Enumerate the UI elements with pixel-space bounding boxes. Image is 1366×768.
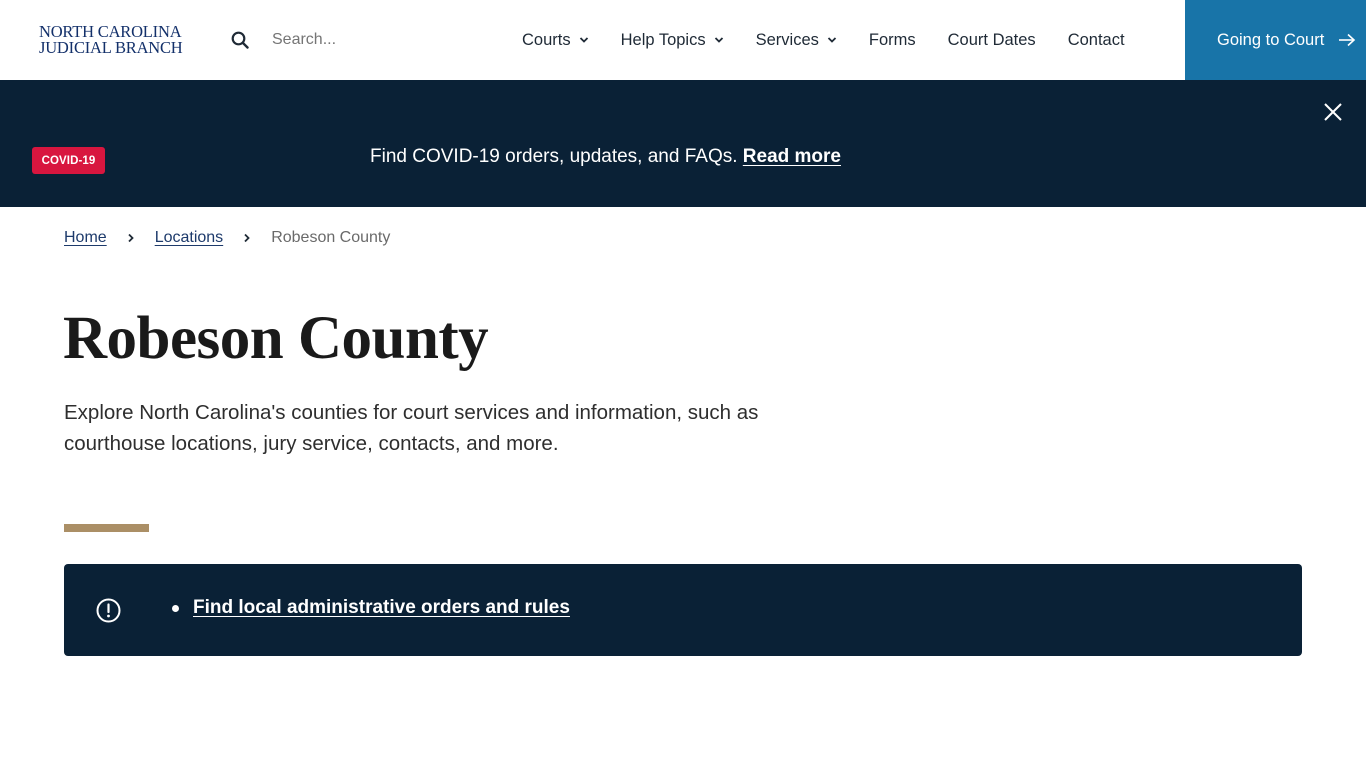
- breadcrumb-current: Robeson County: [271, 229, 391, 246]
- chevron-down-icon: [827, 37, 837, 43]
- page-intro: Explore North Carolina's counties for co…: [64, 401, 759, 455]
- search-input[interactable]: [262, 24, 462, 56]
- accent-divider: [64, 524, 149, 532]
- breadcrumb-home[interactable]: Home: [64, 229, 107, 247]
- nav-contact[interactable]: Contact: [1052, 0, 1141, 80]
- admin-orders-link[interactable]: Find local administrative orders and rul…: [193, 597, 570, 619]
- going-to-court-label: Going to Court: [1217, 30, 1325, 49]
- chevron-down-icon: [714, 37, 723, 43]
- read-more-link[interactable]: Read more: [743, 146, 841, 167]
- going-to-court-button[interactable]: Going to Court: [1185, 0, 1366, 80]
- nav-courts[interactable]: Courts: [506, 0, 605, 80]
- exclamation-circle-icon: [96, 598, 121, 623]
- chevron-down-icon: [579, 37, 588, 43]
- banner-message: Find COVID-19 orders, updates, and FAQs.…: [370, 146, 841, 168]
- covid-banner: COVID-19 Find COVID-19 orders, updates, …: [0, 80, 1366, 207]
- site-header: NORTH CAROLINA JUDICIAL BRANCH Courts He…: [0, 0, 1366, 80]
- alert-link-list: Find local administrative orders and rul…: [172, 597, 570, 619]
- nav-courts-label: Courts: [522, 30, 571, 49]
- search-icon[interactable]: [231, 31, 249, 49]
- nav-court-dates[interactable]: Court Dates: [932, 0, 1052, 80]
- nav-help-topics[interactable]: Help Topics: [605, 0, 740, 80]
- nav-forms[interactable]: Forms: [853, 0, 932, 80]
- breadcrumb-locations[interactable]: Locations: [155, 229, 224, 247]
- nav-help-topics-label: Help Topics: [620, 30, 706, 49]
- site-logo[interactable]: NORTH CAROLINA JUDICIAL BRANCH: [39, 24, 183, 55]
- nav-forms-label: Forms: [868, 30, 916, 49]
- main-nav: Courts Help Topics Services Forms Court …: [506, 0, 1141, 80]
- list-item: Find local administrative orders and rul…: [172, 597, 570, 619]
- logo-line-2: JUDICIAL BRANCH: [39, 37, 183, 57]
- nav-services[interactable]: Services: [740, 0, 853, 80]
- chevron-right-icon: [244, 233, 250, 243]
- nav-court-dates-label: Court Dates: [947, 30, 1036, 49]
- chevron-right-icon: [128, 233, 134, 243]
- breadcrumb: Home Locations Robeson County: [64, 229, 390, 247]
- nav-services-label: Services: [755, 30, 819, 49]
- banner-text: Find COVID-19 orders, updates, and FAQs.: [370, 146, 738, 167]
- arrow-right-icon: [1339, 33, 1356, 47]
- info-alert: Find local administrative orders and rul…: [64, 564, 1302, 656]
- page-title: Robeson County: [63, 305, 489, 372]
- covid-badge: COVID-19: [32, 147, 105, 174]
- nav-contact-label: Contact: [1067, 30, 1125, 49]
- close-icon[interactable]: [1322, 101, 1344, 123]
- bullet-icon: [172, 604, 179, 612]
